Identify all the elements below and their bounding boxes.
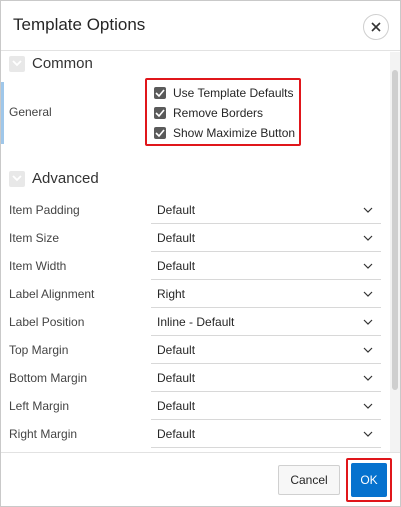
general-accent-bar <box>1 82 4 144</box>
ok-button-highlight: OK <box>346 458 392 502</box>
dialog-body: Common General Use Template Defaults Rem… <box>1 52 400 452</box>
left-margin-select[interactable]: Default <box>151 392 381 420</box>
chevron-down-icon <box>363 263 373 269</box>
section-common-title: Common <box>32 55 93 72</box>
general-label: General <box>9 105 52 119</box>
checkbox-checked[interactable] <box>154 127 166 139</box>
select-value: Default <box>157 427 196 441</box>
field-label: Item Size <box>9 231 60 245</box>
scrollbar-thumb[interactable] <box>392 70 398 390</box>
select-value: Default <box>157 343 196 357</box>
vertical-scrollbar[interactable] <box>390 52 400 452</box>
ok-button[interactable]: OK <box>351 463 387 497</box>
cancel-button[interactable]: Cancel <box>278 465 340 495</box>
select-value: Default <box>157 231 196 245</box>
checkbox-checked[interactable] <box>154 107 166 119</box>
close-button[interactable] <box>363 14 389 40</box>
field-left-margin: Left Margin Default <box>1 392 390 420</box>
general-options-group: Use Template Defaults Remove Borders Sho… <box>145 78 301 146</box>
option-label: Remove Borders <box>173 106 264 120</box>
chevron-down-icon[interactable] <box>9 55 25 72</box>
field-bottom-margin: Bottom Margin Default <box>1 364 390 392</box>
select-value: Right <box>157 287 186 301</box>
option-label: Show Maximize Button <box>173 126 296 140</box>
field-item-width: Item Width Default <box>1 252 390 280</box>
select-value: Default <box>157 399 196 413</box>
field-label-alignment: Label Alignment Right <box>1 280 390 308</box>
chevron-down-icon <box>363 291 373 297</box>
template-options-dialog: Template Options Common General Use Temp… <box>0 0 401 507</box>
field-label: Item Width <box>9 259 67 273</box>
field-top-margin: Top Margin Default <box>1 336 390 364</box>
item-width-select[interactable]: Default <box>151 252 381 280</box>
option-show-maximize-button[interactable]: Show Maximize Button <box>154 126 295 140</box>
chevron-down-icon <box>363 375 373 381</box>
field-label: Label Alignment <box>9 287 95 301</box>
select-value: Default <box>157 203 196 217</box>
close-icon <box>371 22 381 32</box>
field-label: Right Margin <box>9 427 78 441</box>
select-value: Inline - Default <box>157 315 235 329</box>
field-label: Bottom Margin <box>9 371 88 385</box>
field-label: Left Margin <box>9 399 70 413</box>
chevron-down-icon <box>363 403 373 409</box>
field-right-margin: Right Margin Default <box>1 420 390 448</box>
top-margin-select[interactable]: Default <box>151 336 381 364</box>
checkbox-checked[interactable] <box>154 87 166 99</box>
option-label: Use Template Defaults <box>173 86 294 100</box>
section-common[interactable]: Common <box>9 55 93 72</box>
chevron-down-icon <box>363 319 373 325</box>
section-advanced-title: Advanced <box>32 170 99 187</box>
dialog-titlebar: Template Options <box>1 1 400 51</box>
chevron-down-icon <box>363 235 373 241</box>
label-alignment-select[interactable]: Right <box>151 280 381 308</box>
field-label-position: Label Position Inline - Default <box>1 308 390 336</box>
bottom-margin-select[interactable]: Default <box>151 364 381 392</box>
field-label: Top Margin <box>9 343 69 357</box>
field-item-size: Item Size Default <box>1 224 390 252</box>
chevron-down-icon <box>363 431 373 437</box>
field-label: Item Padding <box>9 203 80 217</box>
option-use-template-defaults[interactable]: Use Template Defaults <box>154 86 294 100</box>
label-position-select[interactable]: Inline - Default <box>151 308 381 336</box>
dialog-title: Template Options <box>13 15 146 34</box>
section-advanced[interactable]: Advanced <box>9 170 99 187</box>
option-remove-borders[interactable]: Remove Borders <box>154 106 263 120</box>
select-value: Default <box>157 371 196 385</box>
chevron-down-icon[interactable] <box>9 170 25 187</box>
chevron-down-icon <box>363 347 373 353</box>
dialog-footer: Cancel OK <box>1 452 400 506</box>
item-padding-select[interactable]: Default <box>151 196 381 224</box>
field-item-padding: Item Padding Default <box>1 196 390 224</box>
right-margin-select[interactable]: Default <box>151 420 381 448</box>
chevron-down-icon <box>363 207 373 213</box>
item-size-select[interactable]: Default <box>151 224 381 252</box>
select-value: Default <box>157 259 196 273</box>
field-label: Label Position <box>9 315 85 329</box>
